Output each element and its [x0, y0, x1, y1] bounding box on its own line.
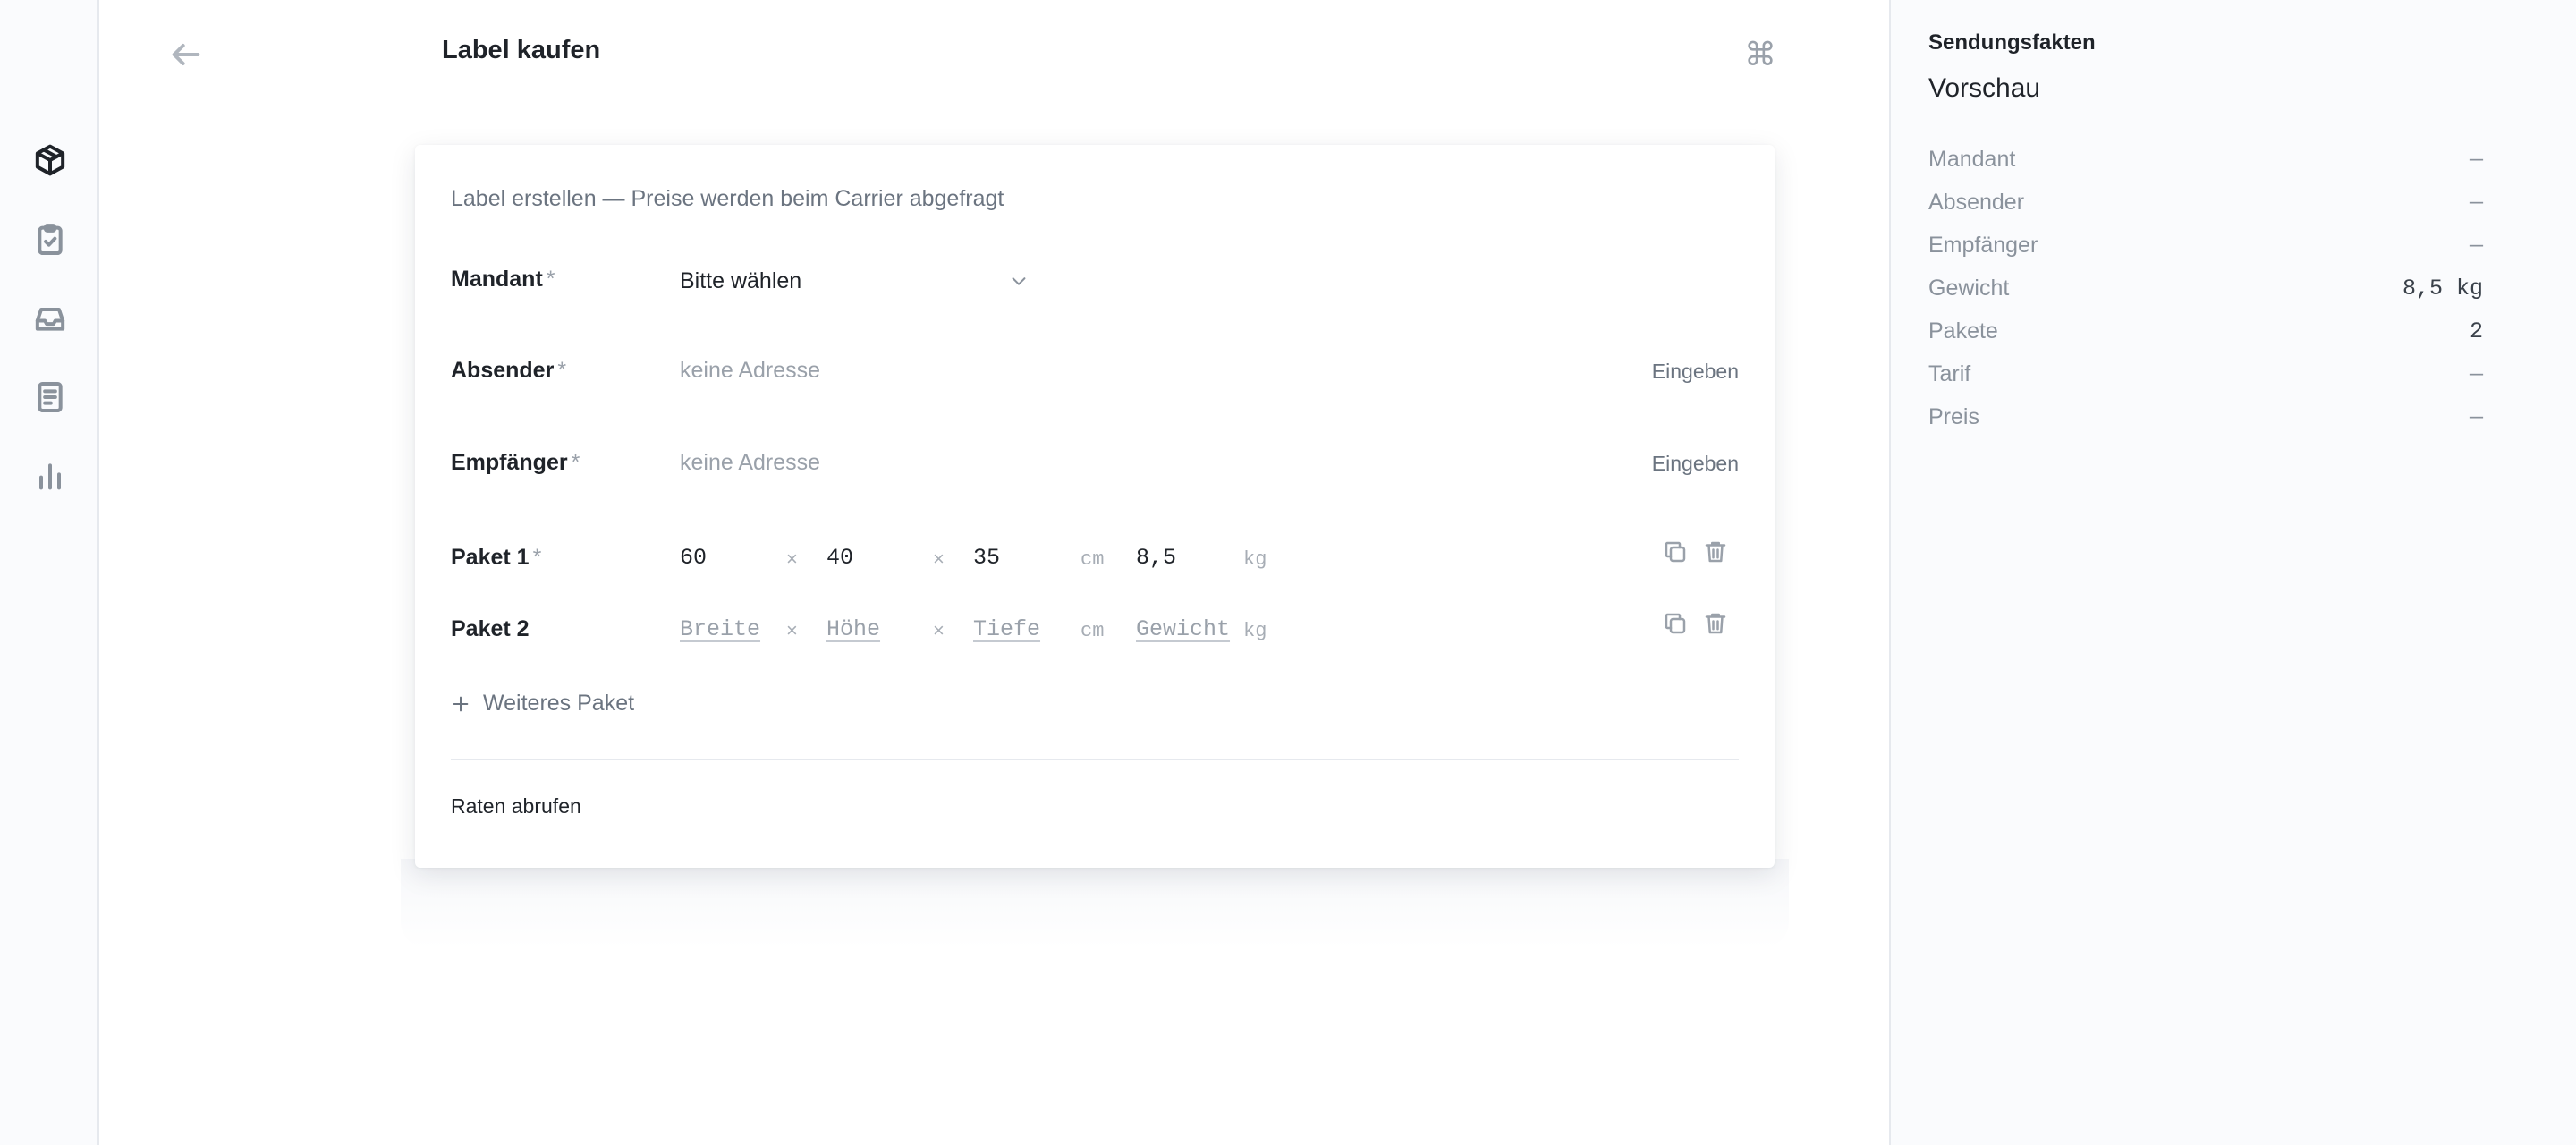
package-1-weight-input[interactable]: 8,5 [1136, 545, 1176, 571]
clipboard-check-icon[interactable] [30, 219, 71, 260]
form-intro: Label erstellen — Preise werden beim Car… [451, 186, 1004, 211]
main-content: Label kaufen ⌘ Label erstellen — Preise … [101, 0, 1992, 1145]
package-2-duplicate-button[interactable] [1660, 608, 1690, 639]
fact-empfaenger: Empfänger — [1928, 227, 2483, 263]
fact-key: Pakete [1928, 318, 1998, 344]
page-title: Label kaufen [442, 36, 601, 64]
command-icon[interactable]: ⌘ [1738, 32, 1783, 77]
required-mark: * [546, 267, 555, 292]
absender-address: keine Adresse [680, 358, 821, 383]
panel-title: Vorschau [1928, 73, 2041, 103]
empfaenger-address: keine Adresse [680, 450, 821, 475]
package-1-label: Paket 1 * [451, 545, 542, 570]
fact-absender: Absender — [1928, 184, 2483, 220]
trash-icon [1705, 541, 1726, 563]
empfaenger-enter-button[interactable]: Eingeben [1652, 452, 1739, 476]
plus-icon [453, 696, 469, 711]
mandant-select-value: Bitte wählen [680, 267, 802, 293]
copy-icon [1665, 541, 1686, 563]
absender-label: Absender * [451, 358, 567, 383]
absender-enter-button[interactable]: Eingeben [1652, 360, 1739, 384]
divider [451, 759, 1739, 760]
fact-mandant: Mandant — [1928, 141, 2483, 177]
package-1-depth-input[interactable]: 35 [973, 545, 1000, 571]
bar-chart-icon[interactable] [30, 455, 71, 496]
left-rail [0, 0, 99, 1145]
fact-value: — [2469, 146, 2483, 173]
package-2-depth-input[interactable]: Tiefe [973, 616, 1040, 642]
required-mark: * [571, 450, 580, 475]
shipment-facts-panel: Sendungsfakten Vorschau Mandant — Absend… [1889, 0, 2576, 1145]
mandant-select[interactable]: Bitte wählen [680, 261, 1029, 301]
fact-value: — [2469, 360, 2483, 387]
unit-kg: kg [1243, 620, 1267, 642]
times-sign: × [786, 619, 798, 641]
package-1-duplicate-button[interactable] [1660, 537, 1690, 567]
fact-value: — [2469, 232, 2483, 259]
unit-kg: kg [1243, 548, 1267, 571]
package-1-delete-button[interactable] [1700, 537, 1731, 567]
panel-eyebrow: Sendungsfakten [1928, 30, 2096, 55]
mandant-label: Mandant * [451, 267, 555, 292]
package-icon[interactable] [30, 140, 71, 181]
fact-value: 8,5 kg [2402, 275, 2483, 301]
arrow-left-icon [172, 44, 200, 65]
fact-key: Gewicht [1928, 275, 2010, 301]
unit-cm: cm [1080, 548, 1105, 571]
fact-value: — [2469, 403, 2483, 430]
add-package-button[interactable]: Weiteres Paket [451, 691, 634, 717]
package-2-height-input[interactable]: Höhe [826, 616, 880, 642]
fact-gewicht: Gewicht 8,5 kg [1928, 270, 2483, 306]
fetch-rates-button[interactable]: Raten abrufen [451, 794, 581, 818]
package-2-weight-input[interactable]: Gewicht [1136, 616, 1230, 642]
fact-key: Mandant [1928, 146, 2016, 172]
add-package-label: Weiteres Paket [483, 691, 635, 716]
fact-key: Tarif [1928, 360, 1971, 386]
fact-key: Empfänger [1928, 232, 2038, 258]
label-form-card: Label erstellen — Preise werden beim Car… [415, 145, 1992, 868]
fact-value: — [2469, 189, 2483, 216]
unit-cm: cm [1080, 620, 1105, 642]
chevron-down-icon [1012, 277, 1026, 285]
fact-preis: Preis — [1928, 399, 2483, 435]
fact-key: Absender [1928, 189, 2025, 215]
fact-key: Preis [1928, 403, 1979, 429]
copy-icon [1665, 613, 1686, 634]
required-mark: * [532, 545, 542, 570]
package-1-height-input[interactable]: 40 [826, 545, 853, 571]
document-icon[interactable] [30, 377, 71, 418]
required-mark: * [557, 358, 567, 383]
back-button[interactable] [155, 32, 217, 77]
package-2-width-input[interactable]: Breite [680, 616, 760, 642]
card-shadow [401, 859, 1789, 948]
package-2-delete-button[interactable] [1700, 608, 1731, 639]
package-2-label: Paket 2 [451, 616, 530, 641]
fact-pakete: Pakete 2 [1928, 313, 2483, 349]
inbox-icon[interactable] [30, 298, 71, 339]
fact-value: 2 [2469, 318, 2483, 344]
times-sign: × [786, 547, 798, 570]
fact-tarif: Tarif — [1928, 356, 2483, 392]
package-1-width-input[interactable]: 60 [680, 545, 707, 571]
times-sign: × [933, 619, 945, 641]
empfaenger-label: Empfänger * [451, 450, 580, 475]
times-sign: × [933, 547, 945, 570]
trash-icon [1705, 613, 1726, 634]
